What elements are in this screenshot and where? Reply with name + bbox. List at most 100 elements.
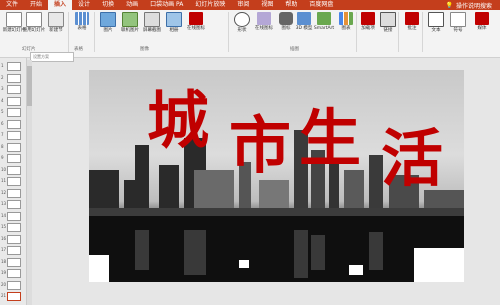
online-pictures-button[interactable]: 联机图片 (118, 12, 142, 34)
title-char-3: 生 (299, 102, 362, 175)
tab-help[interactable]: 帮助 (279, 0, 303, 10)
slide-thumbnail[interactable] (7, 62, 21, 71)
shapes-button[interactable]: 形状 (230, 12, 254, 34)
slide-thumbnail[interactable] (7, 269, 21, 278)
slide-number: 11 (1, 178, 7, 183)
slide-thumbnail[interactable] (7, 73, 21, 83)
slide-number: 9 (1, 155, 4, 160)
tab-animations[interactable]: 动画 (120, 0, 144, 10)
shapes-icon (234, 12, 250, 27)
slide-thumbnail[interactable] (7, 154, 21, 163)
link-button[interactable]: 链接 (376, 12, 400, 34)
symbols-button[interactable]: 符号 (446, 12, 470, 34)
tab-insert[interactable]: 插入 (48, 0, 73, 10)
picture-icon (100, 12, 116, 27)
title-char-2: 市 (229, 109, 292, 182)
online-insert-button[interactable]: 在线图标 (252, 12, 276, 32)
new-badge-icon (189, 12, 203, 25)
screenshot-icon (144, 12, 160, 27)
new-section-button[interactable]: 新建节 (44, 12, 68, 34)
scrollbar-thumb[interactable] (27, 66, 32, 106)
pictures-button[interactable]: 图片 (96, 12, 120, 34)
online-insert-icon (257, 12, 271, 25)
tab-home[interactable]: 开始 (24, 0, 48, 10)
photo-album-icon (166, 12, 182, 27)
tab-file[interactable]: 文件 (0, 0, 24, 10)
online-icon-button[interactable]: 在线图标 (184, 12, 208, 32)
chart-button[interactable]: 图表 (334, 12, 358, 32)
thumbnail-scrollbar[interactable] (27, 60, 32, 305)
comment-icon (405, 12, 419, 25)
tab-design[interactable]: 设计 (72, 0, 96, 10)
comment-button[interactable]: 批注 (400, 12, 424, 32)
slide-title[interactable]: 城 市 生 活 (89, 70, 464, 282)
slide-thumbnail[interactable] (7, 85, 21, 94)
slide-thumbnail-pane[interactable]: 1 2 3 4 5 6 7 8 9 10 11 12 13 14 15 16 17 18 19 20 21 (0, 58, 27, 305)
slide-number: 13 (1, 201, 7, 206)
slide-thumbnail[interactable] (7, 280, 21, 290)
slide-number: 14 (1, 212, 7, 218)
tab-view[interactable]: 视图 (255, 0, 279, 10)
photo-album-button[interactable]: 相册 (162, 12, 186, 34)
table-icon (75, 12, 89, 25)
slide-number: 3 (1, 86, 4, 91)
slide-thumbnail[interactable] (7, 246, 21, 255)
link-icon (380, 12, 396, 27)
ribbon-tab-bar: 文件 开始 插入 设计 切换 动画 口袋动画 PA 幻灯片放映 审阅 视图 帮助… (0, 0, 500, 10)
slide-number: 8 (1, 143, 4, 149)
slide-thumbnail[interactable] (7, 223, 21, 232)
slide-number: 4 (1, 97, 4, 103)
slide-thumbnail[interactable] (7, 165, 21, 175)
tell-me-search[interactable]: 💡 操作说明搜索 (446, 1, 493, 10)
slide-thumbnail[interactable] (7, 234, 21, 244)
table-button[interactable]: 表格 (70, 12, 94, 32)
addins-icon (361, 12, 375, 25)
slide-number: 7 (1, 132, 4, 137)
omega-icon (450, 12, 466, 27)
slide-thumbnail[interactable] (7, 108, 21, 117)
slide-number: 18 (1, 258, 7, 264)
lightbulb-icon: 💡 (445, 1, 453, 9)
tab-pocket-animation[interactable]: 口袋动画 PA (144, 0, 189, 10)
media-button[interactable]: 媒体 (470, 12, 494, 32)
slide-number: 19 (1, 270, 7, 275)
tab-transitions[interactable]: 切换 (96, 0, 120, 10)
slide-thumbnail[interactable] (7, 257, 21, 267)
section-icon (48, 12, 64, 27)
title-char-4: 活 (381, 122, 444, 195)
slide-number: 17 (1, 247, 7, 252)
smartart-button[interactable]: SmartArt (312, 12, 336, 32)
slide-thumbnail[interactable] (7, 96, 21, 106)
group-images-label: 图像 (140, 47, 149, 52)
tab-review[interactable]: 审阅 (231, 0, 255, 10)
slide-number: 16 (1, 235, 7, 241)
tab-baidu[interactable]: 百度网盘 (303, 0, 339, 10)
text-button[interactable]: 文本 (424, 12, 448, 34)
group-illustrations-label: 插图 (290, 47, 299, 52)
textbox-icon (428, 12, 444, 27)
slide-number: 2 (1, 74, 4, 80)
title-char-1: 城 (147, 84, 210, 157)
slide-number: 12 (1, 189, 7, 195)
slide-number: 6 (1, 120, 4, 126)
slide-thumbnail[interactable] (7, 131, 21, 140)
screenshot-button[interactable]: 屏幕截图 (140, 12, 164, 34)
online-picture-icon (122, 12, 138, 27)
slide-number: 20 (1, 281, 7, 287)
scheme-search-input[interactable]: 设置方案 (30, 52, 74, 62)
slide-canvas[interactable]: 城 市 生 活 (89, 70, 464, 282)
slide-thumbnail[interactable] (7, 200, 21, 209)
reuse-slide-button[interactable]: 重用幻灯片 (22, 12, 46, 34)
tab-slideshow[interactable]: 幻灯片放映 (189, 0, 231, 10)
group-tables-label: 表格 (74, 47, 83, 52)
slide-thumbnail[interactable] (7, 119, 21, 129)
smartart-icon (317, 12, 331, 25)
reuse-slide-icon (26, 12, 42, 27)
slide-thumbnail[interactable] (7, 188, 21, 198)
slide-thumbnail[interactable] (7, 177, 21, 186)
slide-number: 5 (1, 109, 4, 114)
slide-thumbnail[interactable] (7, 142, 21, 152)
slide-thumbnail[interactable] (7, 211, 21, 221)
slide-number: 1 (1, 63, 4, 68)
slide-thumbnail[interactable] (7, 292, 21, 301)
